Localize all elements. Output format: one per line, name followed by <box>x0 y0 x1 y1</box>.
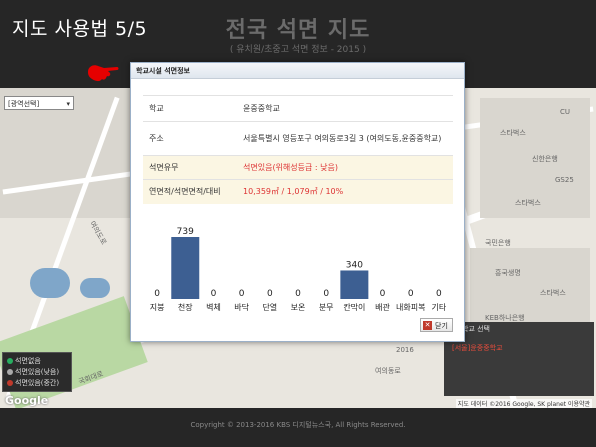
map-label: 여의도로 <box>87 219 108 247</box>
chart-value-label: 0 <box>408 289 414 299</box>
chart-bar <box>340 270 369 299</box>
dialog-title: 학교시설 석면정보 <box>131 63 464 79</box>
chart-category-label: 바닥 <box>234 302 249 312</box>
school-select-header: 학교 선택 <box>444 322 594 336</box>
footer-copyright: Copyright © 2013-2016 KBS 디지털뉴스국, All Ri… <box>190 421 406 429</box>
info-key: 학교 <box>143 95 237 122</box>
map-label: 2016 <box>396 346 414 354</box>
info-key: 석면유무 <box>143 155 237 180</box>
map-label: 국민은행 <box>485 239 511 247</box>
google-logo: Google <box>5 394 49 407</box>
map-label: 스타벅스 <box>500 129 526 137</box>
app-title: 전국 석면 지도 <box>225 18 371 43</box>
chart-category-label: 분무 <box>319 303 334 312</box>
chart-value-label: 739 <box>177 227 194 237</box>
map-label: CU <box>560 108 571 116</box>
legend-item: 석면없음 <box>7 356 41 366</box>
chart-category-label: 단열 <box>262 302 277 312</box>
info-table: 학교 윤중중학교 주소 서울특별시 영등포구 여의동로3길 3 (여의도동,윤중… <box>143 95 453 204</box>
chart-value-label: 0 <box>436 289 442 299</box>
close-icon: ✕ <box>423 321 432 330</box>
chart-category-label: 기타 <box>432 303 447 312</box>
info-value: 서울특별시 영등포구 여의동로3길 3 (여의도동,윤중중학교) <box>237 121 453 156</box>
map-label: 여의동로 <box>375 367 401 375</box>
chart-category-label: 보온 <box>291 303 306 312</box>
info-row-asbestos: 석면유무 석면있음(위해성등급 : 낮음) <box>143 155 453 180</box>
chart-category-label: 칸막이 <box>343 302 365 312</box>
legend-item: 석면있음(중간) <box>7 378 59 388</box>
info-value: 윤중중학교 <box>237 95 453 122</box>
info-row-address: 주소 서울특별시 영등포구 여의동로3길 3 (여의도동,윤중중학교) <box>143 121 453 156</box>
school-info-dialog: 학교시설 석면정보 학교 윤중중학교 주소 서울특별시 영등포구 여의동로3길 … <box>130 62 465 342</box>
map-label: 스타벅스 <box>540 289 566 297</box>
map-label: 신한은행 <box>532 155 558 163</box>
chart-value-label: 0 <box>380 289 386 299</box>
chart-category-label: 벽체 <box>206 302 221 312</box>
legend-item: 석면있음(낮음) <box>7 367 59 377</box>
chart-value-label: 340 <box>346 260 363 270</box>
chart-value-label: 0 <box>323 289 329 299</box>
close-button[interactable]: ✕ 닫기 <box>420 318 453 332</box>
info-row-area: 연면적/석면면적/대비 10,359㎡ / 1,079㎡ / 10% <box>143 179 453 204</box>
info-value: 10,359㎡ / 1,079㎡ / 10% <box>237 179 453 204</box>
chart-value-label: 0 <box>239 289 245 299</box>
chart-category-label: 지붕 <box>150 303 165 312</box>
school-list-item[interactable]: [서울]윤중중학교 <box>452 343 503 353</box>
legend-dot <box>7 369 13 375</box>
map-label: 스타벅스 <box>515 199 541 207</box>
map-legend: 석면없음 석면있음(낮음) 석면있음(중간) <box>2 352 72 392</box>
chart-value-label: 0 <box>154 289 160 299</box>
chart-svg: 0 지붕 739 천장 0 벽체 0 바닥 0 단열 0 보온 0 분무 340 칸막이 0 배관 0 내화피복 0 기타 <box>150 227 447 312</box>
chart-category-label: 배관 <box>375 302 390 312</box>
chart-category-label: 천장 <box>178 302 193 312</box>
app-subtitle: ( 유치원/초중고 석면 정보 - 2015 ) <box>229 45 367 55</box>
chart-value-label: 0 <box>211 289 217 299</box>
region-select[interactable]: [광역선택] ▾ <box>4 96 74 110</box>
chart-value-label: 0 <box>267 289 273 299</box>
info-key: 주소 <box>143 121 237 156</box>
legend-dot <box>7 380 13 386</box>
chart-value-label: 0 <box>295 289 301 299</box>
map-label: GS25 <box>555 176 574 184</box>
legend-dot <box>7 358 13 364</box>
chart-bar <box>171 237 200 299</box>
asbestos-bar-chart: 0 지붕 739 천장 0 벽체 0 바닥 0 단열 0 보온 0 분무 340 칸막이 0 배관 0 내화피복 0 기타 <box>143 217 453 317</box>
chart-category-label: 내화피복 <box>396 303 425 312</box>
map-label: 흥국생명 <box>495 269 521 277</box>
chevron-down-icon: ▾ <box>66 100 70 108</box>
info-value: 석면있음(위해성등급 : 낮음) <box>237 155 453 180</box>
info-key: 연면적/석면면적/대비 <box>143 179 237 204</box>
info-row-school: 학교 윤중중학교 <box>143 95 453 122</box>
pointing-hand-icon <box>88 65 119 82</box>
map-credit[interactable]: 지도 데이터 ©2016 Google, SK planet 이용약관 <box>455 399 592 408</box>
